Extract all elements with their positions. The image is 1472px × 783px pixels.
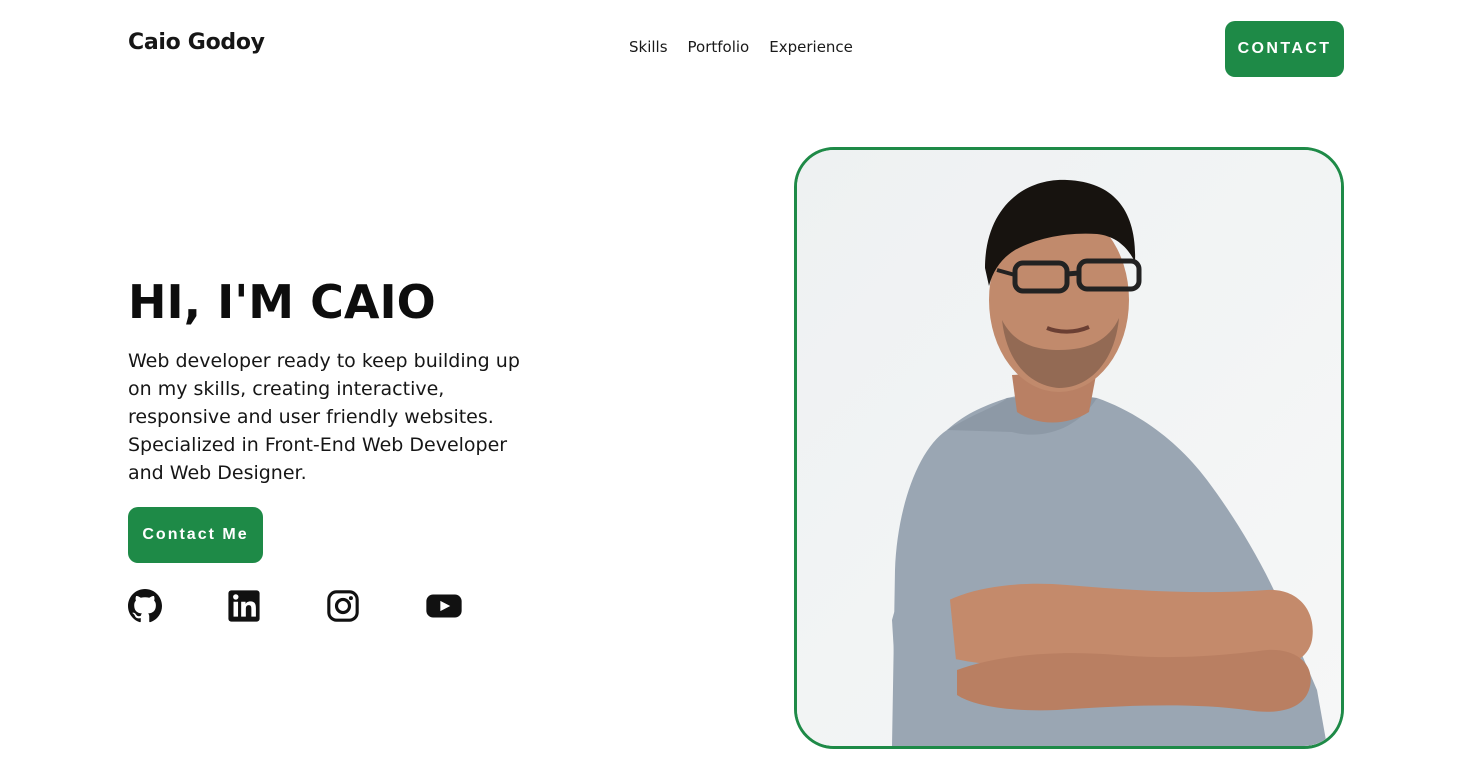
contact-button[interactable]: CONTACT <box>1225 21 1344 77</box>
youtube-icon <box>426 594 462 618</box>
hero-title: HI, I'M CAIO <box>128 275 436 329</box>
linkedin-link[interactable] <box>227 588 326 624</box>
social-links <box>128 588 524 624</box>
nav-experience[interactable]: Experience <box>769 38 853 56</box>
github-link[interactable] <box>128 588 227 624</box>
instagram-icon <box>327 590 359 622</box>
nav-portfolio[interactable]: Portfolio <box>688 38 750 56</box>
nav-skills[interactable]: Skills <box>629 38 668 56</box>
page: Caio Godoy Skills Portfolio Experience C… <box>0 0 1472 783</box>
github-icon <box>128 589 162 623</box>
brand-logo[interactable]: Caio Godoy <box>128 30 265 55</box>
linkedin-icon <box>228 590 260 622</box>
youtube-link[interactable] <box>425 588 524 624</box>
profile-photo <box>794 147 1344 749</box>
contact-me-button[interactable]: Contact Me <box>128 507 263 563</box>
main-nav: Skills Portfolio Experience <box>629 38 853 56</box>
instagram-link[interactable] <box>326 588 425 624</box>
hero-description: Web developer ready to keep building up … <box>128 350 520 484</box>
